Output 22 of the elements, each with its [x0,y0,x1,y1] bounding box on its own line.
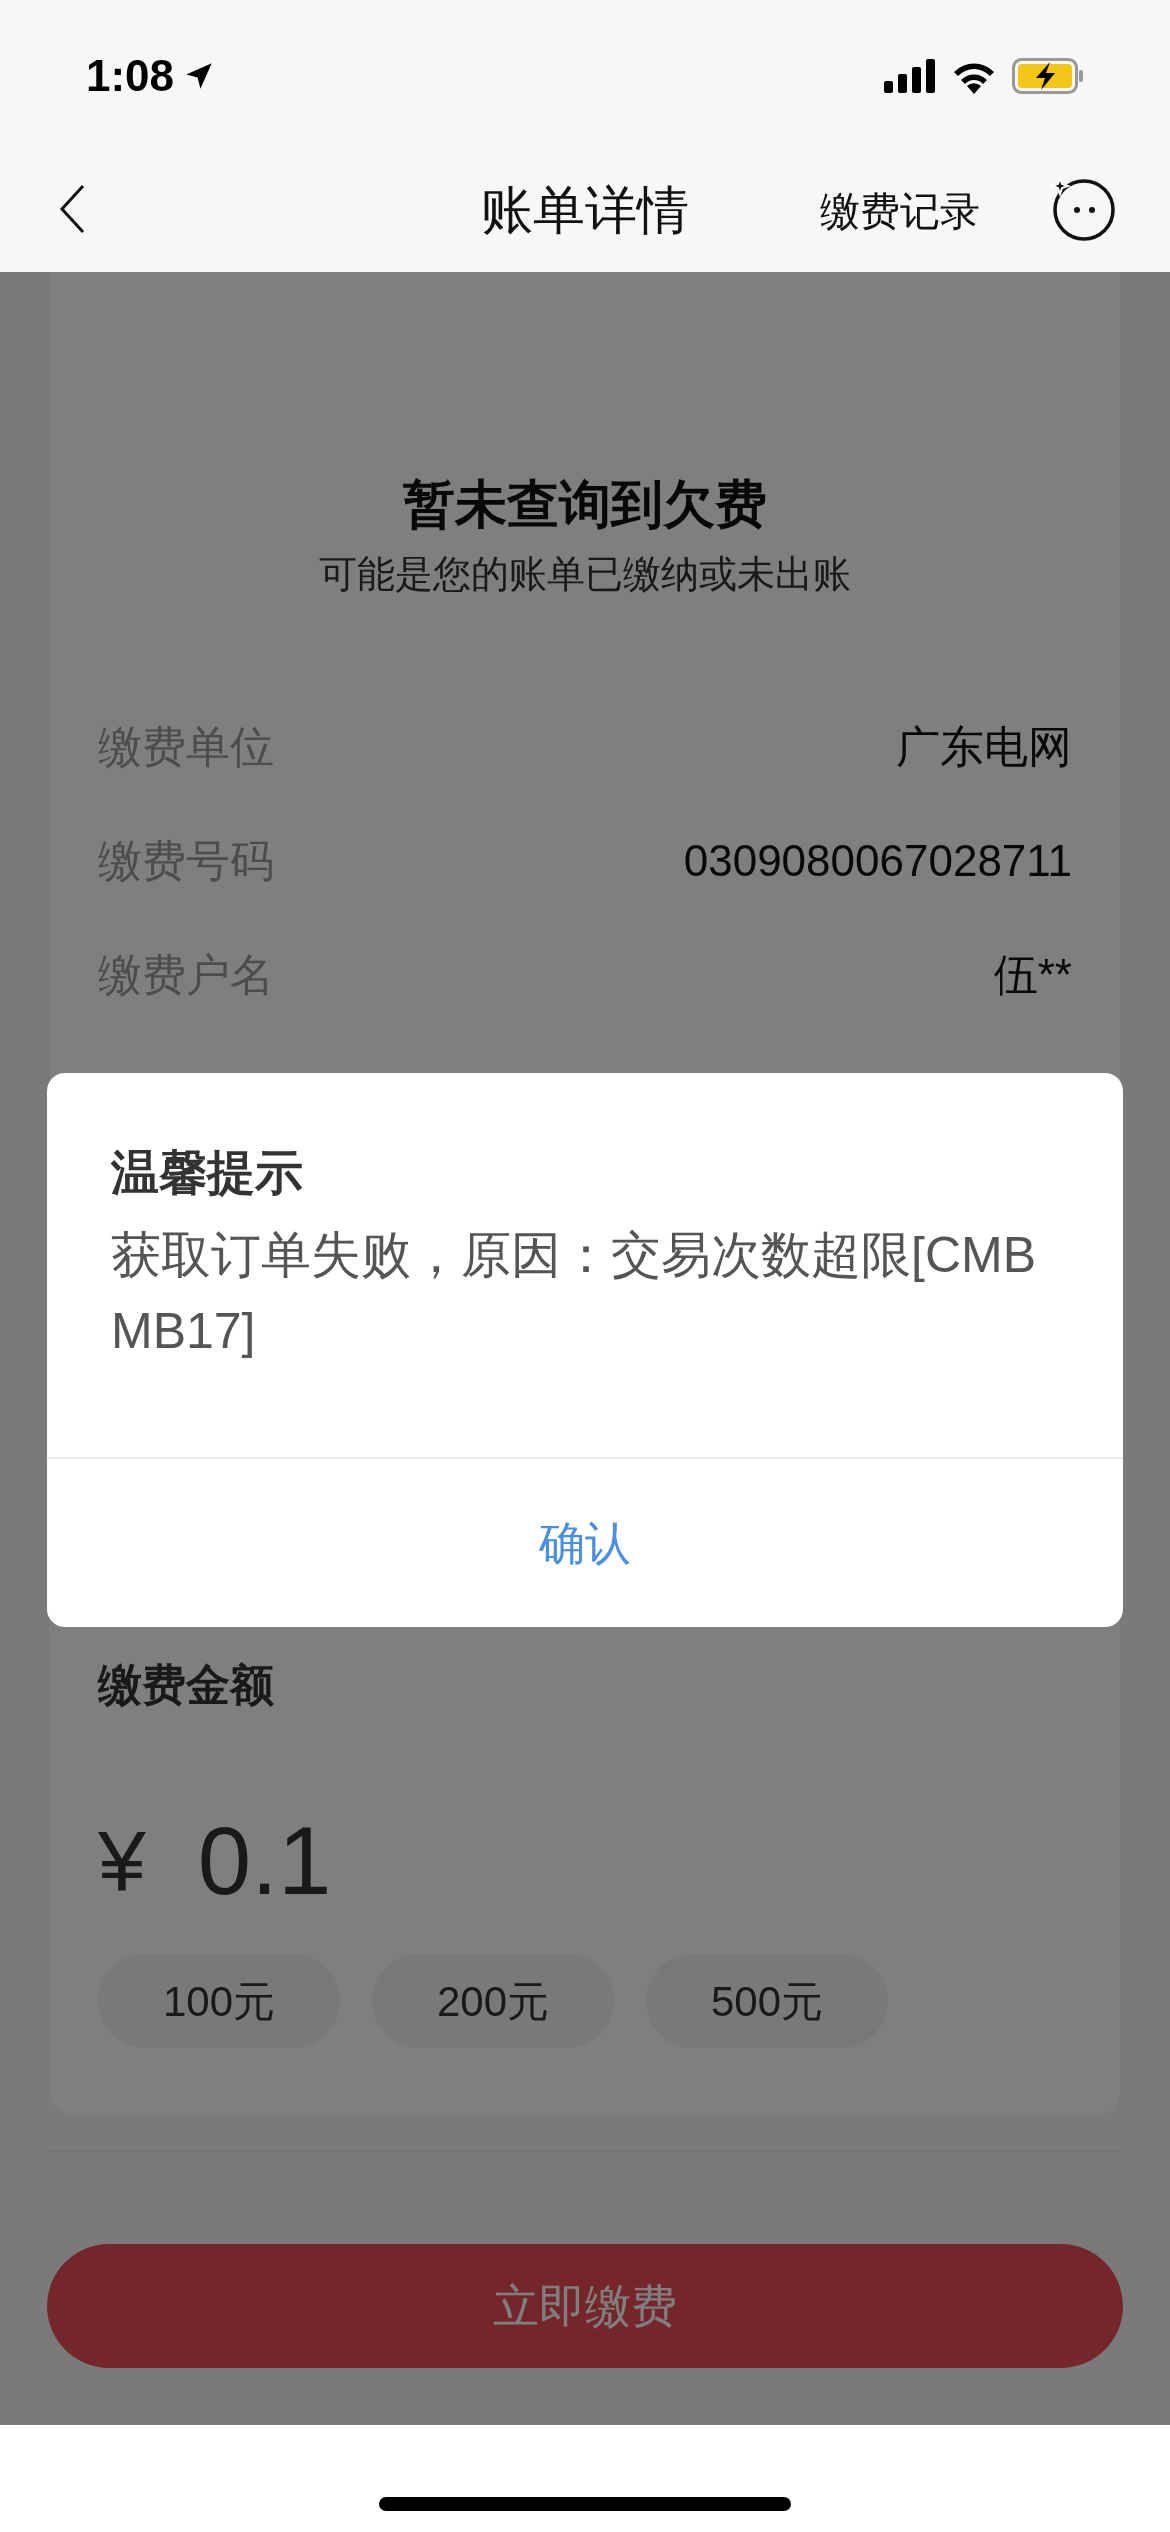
amount-preset-button[interactable]: 500元 [646,1954,888,2048]
battery-charging-icon [1012,58,1084,94]
confirm-button[interactable]: 确认 [47,1459,1123,1627]
signal-icon [884,59,936,93]
amount-value: 0.1 [197,1808,332,1914]
no-arrears-title: 暂未查询到欠费 [403,474,767,535]
face-icon [1050,176,1116,242]
currency-symbol: ¥ [98,1813,146,1909]
dialog-message: 获取订单失败，原因：交易次数超限[CMBMB17] [111,1226,1037,1361]
detail-value: 广东电网 [896,721,1072,773]
detail-value: 伍** [993,949,1072,1001]
no-arrears-subtitle: 可能是您的账单已缴纳或未出账 [319,552,851,597]
pay-now-button[interactable]: 立即缴费 [47,2244,1123,2368]
detail-value: 0309080067028711 [683,835,1072,887]
page-title: 账单详情 [480,180,690,240]
back-icon [59,184,85,234]
amount-preset-button[interactable]: 200元 [372,1954,614,2048]
amount-label: 缴费金额 [98,1659,275,1711]
payment-records-link[interactable]: 缴费记录 [820,186,980,236]
amount-preset-button[interactable]: 100元 [98,1954,340,2048]
status-time: 1:08 [86,50,175,102]
dialog-title: 温馨提示 [111,1145,304,1201]
